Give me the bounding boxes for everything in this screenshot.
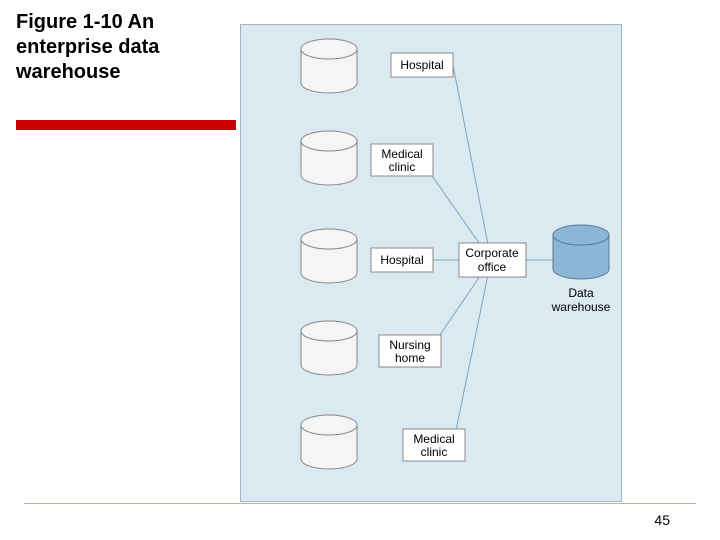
warehouse-label-line2: warehouse	[551, 300, 611, 314]
diagram-panel: Hospital Medical clinic Medical clinic	[240, 24, 622, 502]
source-label: Hospital	[380, 253, 423, 267]
source-row: Medical clinic Medical clinic	[301, 131, 433, 185]
cylinder-icon	[301, 39, 357, 93]
diagram-svg: Hospital Medical clinic Medical clinic	[241, 25, 621, 501]
source-label-line2: home	[395, 351, 425, 365]
source-label-line1: Medical	[381, 147, 422, 161]
source-row: Medical clinic Medical clinic	[301, 415, 465, 469]
source-row: Hospital	[301, 39, 453, 93]
page-number: 45	[654, 512, 670, 528]
source-row: Nursing home Nursing home	[301, 321, 441, 375]
cylinder-icon	[301, 321, 357, 375]
cylinder-icon	[301, 415, 357, 469]
source-label: Hospital	[400, 58, 443, 72]
source-label-line1: Nursing	[389, 338, 430, 352]
hub-label-line1: Corporate	[465, 246, 519, 260]
warehouse-label-line1: Data	[568, 286, 594, 300]
warehouse-cylinder-icon	[553, 225, 609, 279]
hub-label-line2: office	[478, 260, 507, 274]
footer-rule	[24, 503, 696, 504]
cylinder-icon	[301, 229, 357, 283]
conn-line	[453, 65, 491, 260]
source-row: Hospital	[301, 229, 433, 283]
slide: Figure 1-10 An enterprise data warehouse…	[0, 0, 720, 540]
source-label-line1: Medical	[413, 432, 454, 446]
source-label-line2: clinic	[421, 445, 448, 459]
figure-title: Figure 1-10 An enterprise data warehouse	[16, 10, 226, 85]
cylinder-icon	[301, 131, 357, 185]
source-label-line2: clinic	[389, 160, 416, 174]
title-underline-red	[16, 120, 236, 130]
